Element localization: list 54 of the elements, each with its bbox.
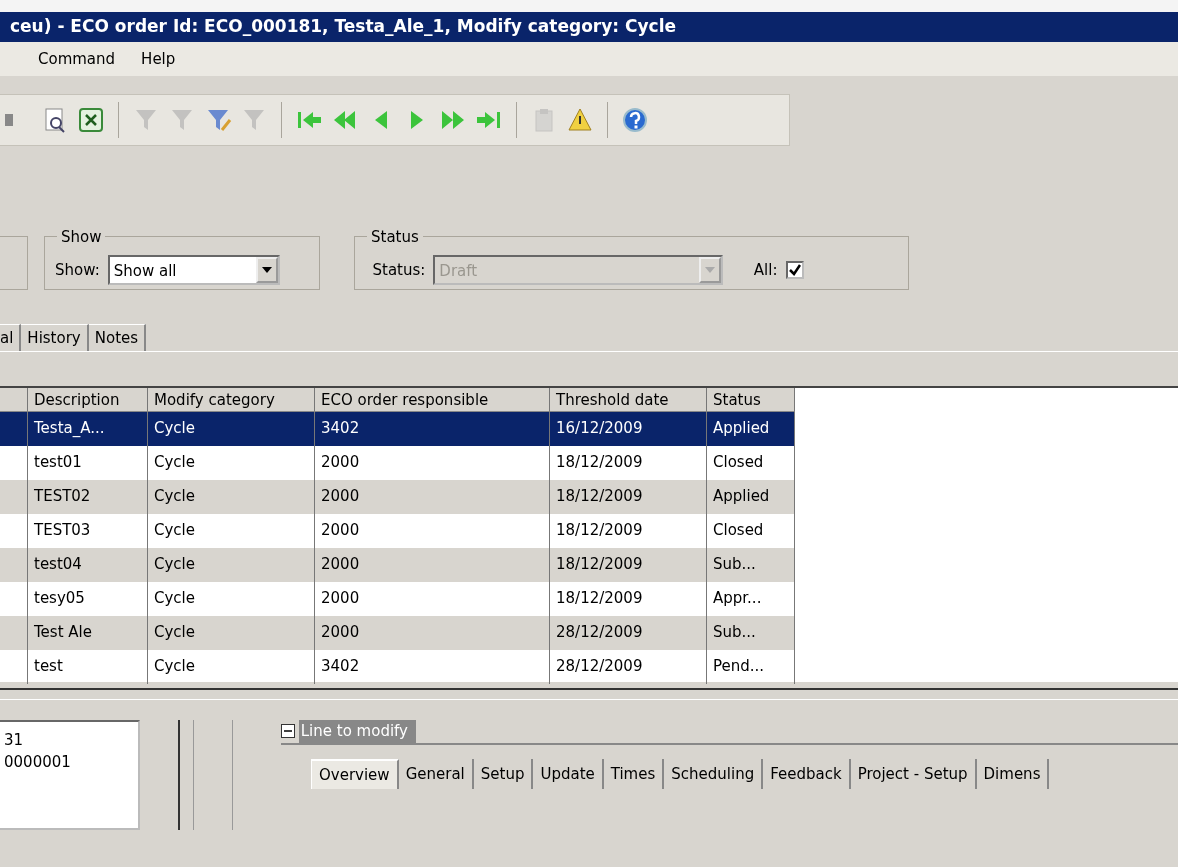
- table-cell: [0, 480, 28, 514]
- table-cell: Cycle: [148, 650, 315, 684]
- table-cell: Test Ale: [28, 616, 148, 650]
- table-cell: [0, 548, 28, 582]
- column-header: Status: [707, 388, 795, 412]
- column-header: [0, 388, 28, 412]
- table-cell: 18/12/2009: [550, 548, 707, 582]
- table-cell: test04: [28, 548, 148, 582]
- table-cell: [0, 412, 28, 446]
- table-cell: 28/12/2009: [550, 650, 707, 684]
- table-cell: 3402: [315, 650, 550, 684]
- tab[interactable]: al: [0, 324, 22, 351]
- table-cell: Sub...: [707, 616, 795, 650]
- splitter-bar[interactable]: [0, 688, 1178, 700]
- field-label: Status:: [372, 259, 426, 281]
- collapse-icon[interactable]: [281, 724, 295, 739]
- table-cell: 2000: [315, 616, 550, 650]
- table-cell: [0, 616, 28, 650]
- list-line: 31: [4, 730, 25, 751]
- table-cell: 28/12/2009: [550, 616, 707, 650]
- table-cell: Cycle: [148, 548, 315, 582]
- table-cell: 16/12/2009: [550, 412, 707, 446]
- group-title: Line to modify: [298, 720, 416, 743]
- group-box: [0, 236, 28, 290]
- show-dropdown[interactable]: Show all: [107, 255, 280, 285]
- table-cell: 18/12/2009: [550, 480, 707, 514]
- column-header: ECO order responsible: [315, 388, 550, 412]
- menu-item[interactable]: Command: [38, 48, 116, 76]
- table-cell: Cycle: [148, 480, 315, 514]
- table-cell: 2000: [315, 548, 550, 582]
- table-cell: 3402: [315, 412, 550, 446]
- column-header: Modify category: [148, 388, 315, 412]
- table-cell: Pend...: [707, 650, 795, 684]
- tab[interactable]: History: [21, 324, 89, 351]
- table-cell: Testa_A...: [28, 412, 148, 446]
- window-title: ceu) - ECO order Id: ECO_000181, Testa_Ale_1, Modify category: Cycle: [0, 12, 1178, 42]
- table-cell: Applied: [707, 412, 795, 446]
- tab[interactable]: Overview: [311, 758, 399, 789]
- table-cell: test: [28, 650, 148, 684]
- list-line: 0000001: [4, 751, 72, 773]
- table-cell: 2000: [315, 480, 550, 514]
- table-cell: Cycle: [148, 616, 315, 650]
- table-cell: Applied: [707, 480, 795, 514]
- spreadsheet-icon[interactable]: [76, 105, 106, 135]
- column-header: Threshold date: [550, 388, 707, 412]
- field-label: Show:: [55, 259, 100, 281]
- help-icon[interactable]: [620, 105, 650, 135]
- menu-item[interactable]: Help: [141, 48, 176, 76]
- column-header: Description: [28, 388, 148, 412]
- table-cell: TEST02: [28, 480, 148, 514]
- tab[interactable]: Notes: [88, 324, 147, 351]
- table-cell: Cycle: [148, 412, 315, 446]
- field-label: All:: [753, 259, 778, 281]
- table-cell: Sub...: [707, 548, 795, 582]
